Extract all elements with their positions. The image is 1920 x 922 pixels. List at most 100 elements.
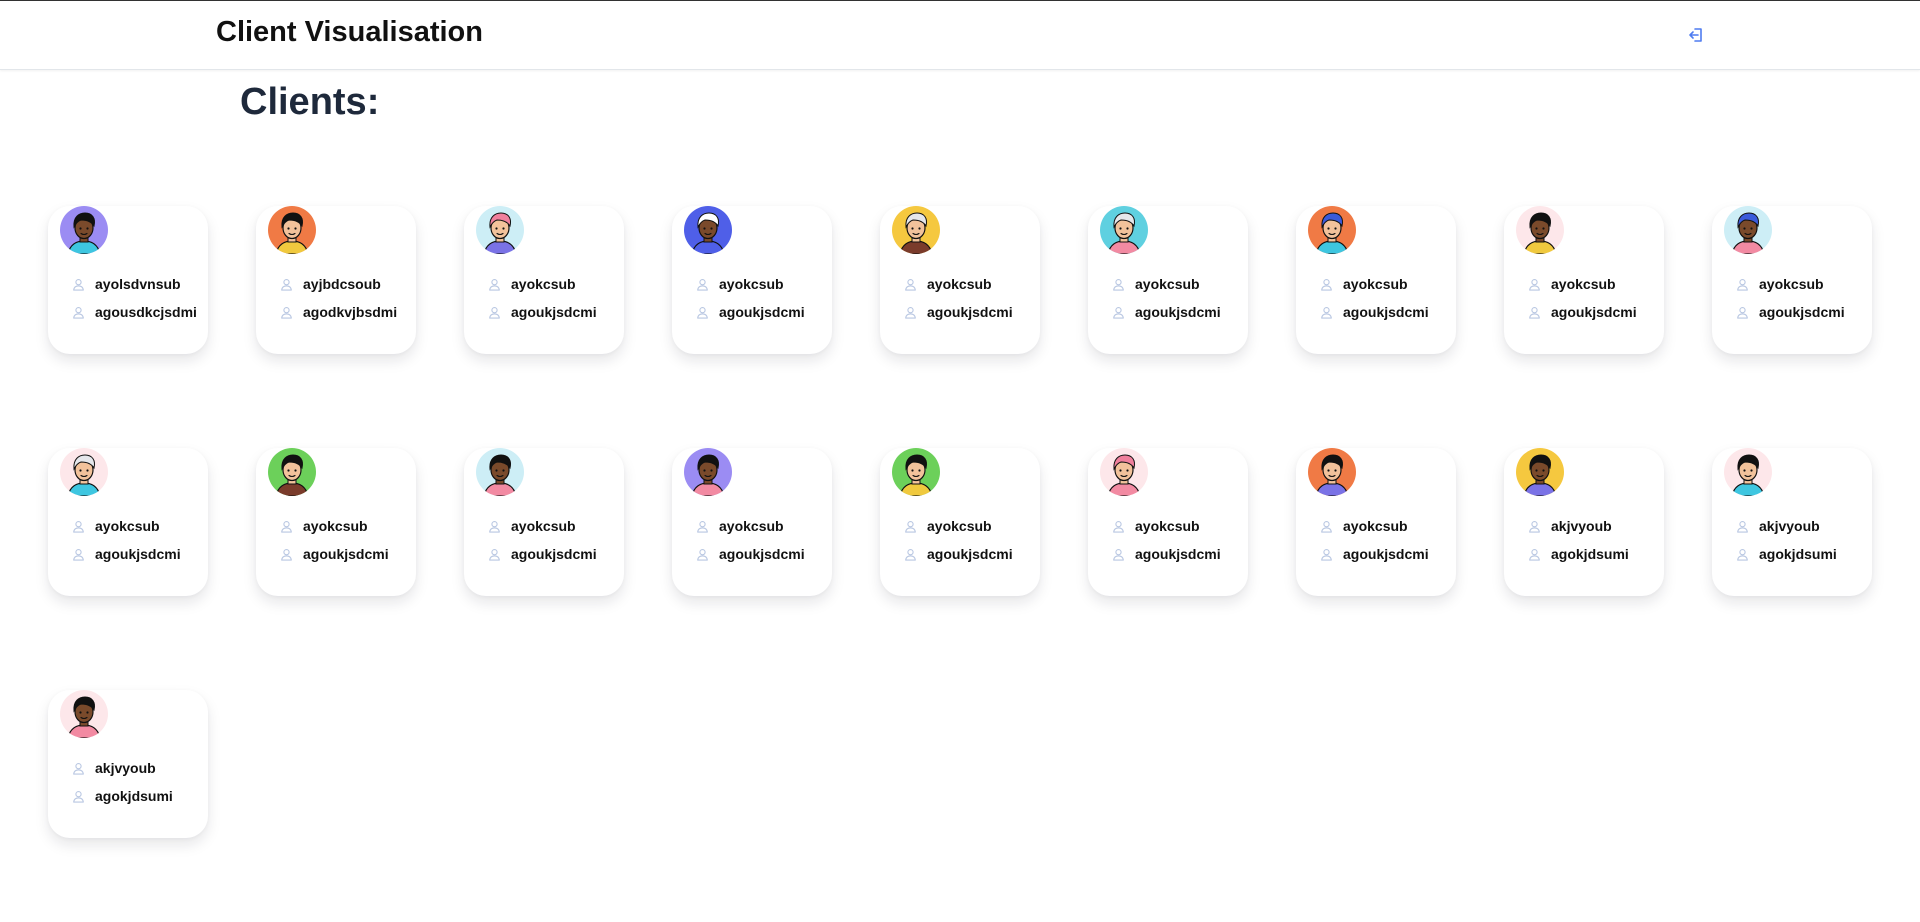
- logout-button[interactable]: [1686, 25, 1706, 45]
- avatar-illustration: [1516, 448, 1564, 496]
- user-icon: [489, 548, 500, 561]
- client-card[interactable]: ayokcsub agoukjsdcmi: [880, 448, 1040, 596]
- avatar: [476, 448, 524, 496]
- avatar-illustration: [892, 448, 940, 496]
- client-info-row: akjvyoub: [1736, 516, 1862, 536]
- avatar-illustration: [268, 448, 316, 496]
- avatar: [1308, 206, 1356, 254]
- client-info-row: agoukjsdcmi: [904, 544, 1030, 564]
- client-info-row: agoukjsdcmi: [1736, 302, 1862, 322]
- user-icon: [281, 520, 292, 533]
- avatar-illustration: [1308, 206, 1356, 254]
- client-card[interactable]: ayokcsub agoukjsdcmi: [1088, 448, 1248, 596]
- client-card[interactable]: ayokcsub agoukjsdcmi: [1504, 206, 1664, 354]
- user-icon: [905, 548, 916, 561]
- client-first-name: akjvyoub: [95, 760, 156, 776]
- client-first-name: ayokcsub: [719, 518, 784, 534]
- client-grid: ayolsdvnsub agousdkcjsdmi ayjbdcsoub agodkv…: [48, 206, 1908, 906]
- client-info-row: ayjbdcsoub: [280, 274, 406, 294]
- client-first-name: ayokcsub: [1135, 276, 1200, 292]
- client-info-row: agoukjsdcmi: [1112, 302, 1238, 322]
- client-first-name: ayokcsub: [1135, 518, 1200, 534]
- client-second-name: agoukjsdcmi: [1759, 304, 1845, 320]
- avatar: [1516, 448, 1564, 496]
- client-card[interactable]: akjvyoub agokjdsumi: [1712, 448, 1872, 596]
- user-icon: [1737, 520, 1748, 533]
- avatar: [60, 448, 108, 496]
- user-icon: [1737, 306, 1748, 319]
- client-second-name: agoukjsdcmi: [719, 304, 805, 320]
- client-card[interactable]: ayokcsub agoukjsdcmi: [48, 448, 208, 596]
- user-icon: [489, 520, 500, 533]
- client-first-name: akjvyoub: [1759, 518, 1820, 534]
- client-first-name: ayokcsub: [511, 518, 576, 534]
- user-icon: [1529, 306, 1540, 319]
- user-icon: [697, 306, 708, 319]
- client-card[interactable]: ayokcsub agoukjsdcmi: [464, 448, 624, 596]
- user-icon: [905, 520, 916, 533]
- user-icon: [1737, 278, 1748, 291]
- user-icon: [1321, 520, 1332, 533]
- client-first-name: ayolsdvnsub: [95, 276, 181, 292]
- top-bar: Client Visualisation: [0, 1, 1920, 70]
- avatar-illustration: [60, 690, 108, 738]
- user-icon: [73, 278, 84, 291]
- client-card[interactable]: ayokcsub agoukjsdcmi: [256, 448, 416, 596]
- user-icon: [489, 306, 500, 319]
- user-icon: [73, 790, 84, 803]
- client-first-name: ayokcsub: [1343, 518, 1408, 534]
- client-info-row: ayokcsub: [280, 516, 406, 536]
- client-info-row: ayokcsub: [1112, 274, 1238, 294]
- avatar-illustration: [1100, 448, 1148, 496]
- client-info-row: ayokcsub: [1320, 516, 1446, 536]
- client-info-row: agoukjsdcmi: [696, 544, 822, 564]
- user-icon: [73, 762, 84, 775]
- user-icon: [1113, 548, 1124, 561]
- app-title: Client Visualisation: [216, 16, 483, 48]
- user-icon: [489, 278, 500, 291]
- client-second-name: agokjdsumi: [95, 788, 173, 804]
- client-card[interactable]: akjvyoub agokjdsumi: [1504, 448, 1664, 596]
- client-card[interactable]: ayolsdvnsub agousdkcjsdmi: [48, 206, 208, 354]
- user-icon: [1529, 548, 1540, 561]
- client-card[interactable]: ayokcsub agoukjsdcmi: [1088, 206, 1248, 354]
- client-card[interactable]: ayjbdcsoub agodkvjbsdmi: [256, 206, 416, 354]
- avatar: [476, 206, 524, 254]
- user-icon: [1321, 548, 1332, 561]
- avatar: [1724, 448, 1772, 496]
- avatar-illustration: [892, 206, 940, 254]
- client-second-name: agokjdsumi: [1759, 546, 1837, 562]
- avatar: [60, 206, 108, 254]
- avatar-illustration: [1724, 206, 1772, 254]
- client-info-row: ayokcsub: [488, 274, 614, 294]
- client-card[interactable]: ayokcsub agoukjsdcmi: [464, 206, 624, 354]
- client-info-row: agousdkcjsdmi: [72, 302, 198, 322]
- client-card[interactable]: akjvyoub agokjdsumi: [48, 690, 208, 838]
- client-card[interactable]: ayokcsub agoukjsdcmi: [672, 206, 832, 354]
- client-second-name: agoukjsdcmi: [927, 546, 1013, 562]
- avatar-illustration: [268, 206, 316, 254]
- user-icon: [1529, 278, 1540, 291]
- client-first-name: ayjbdcsoub: [303, 276, 381, 292]
- client-info-row: ayokcsub: [904, 274, 1030, 294]
- client-info-row: agodkvjbsdmi: [280, 302, 406, 322]
- user-icon: [281, 306, 292, 319]
- client-second-name: agoukjsdcmi: [1343, 304, 1429, 320]
- user-icon: [1113, 278, 1124, 291]
- user-icon: [1113, 306, 1124, 319]
- client-card[interactable]: ayokcsub agoukjsdcmi: [1712, 206, 1872, 354]
- client-info-row: ayokcsub: [696, 274, 822, 294]
- user-icon: [697, 548, 708, 561]
- client-card[interactable]: ayokcsub agoukjsdcmi: [672, 448, 832, 596]
- user-icon: [1529, 520, 1540, 533]
- client-card[interactable]: ayokcsub agoukjsdcmi: [1296, 206, 1456, 354]
- client-first-name: akjvyoub: [1551, 518, 1612, 534]
- client-info-row: agokjdsumi: [1736, 544, 1862, 564]
- client-card[interactable]: ayokcsub agoukjsdcmi: [1296, 448, 1456, 596]
- client-card[interactable]: ayokcsub agoukjsdcmi: [880, 206, 1040, 354]
- client-first-name: ayokcsub: [927, 518, 992, 534]
- client-info-row: agoukjsdcmi: [696, 302, 822, 322]
- avatar: [1100, 206, 1148, 254]
- avatar: [268, 206, 316, 254]
- avatar: [1100, 448, 1148, 496]
